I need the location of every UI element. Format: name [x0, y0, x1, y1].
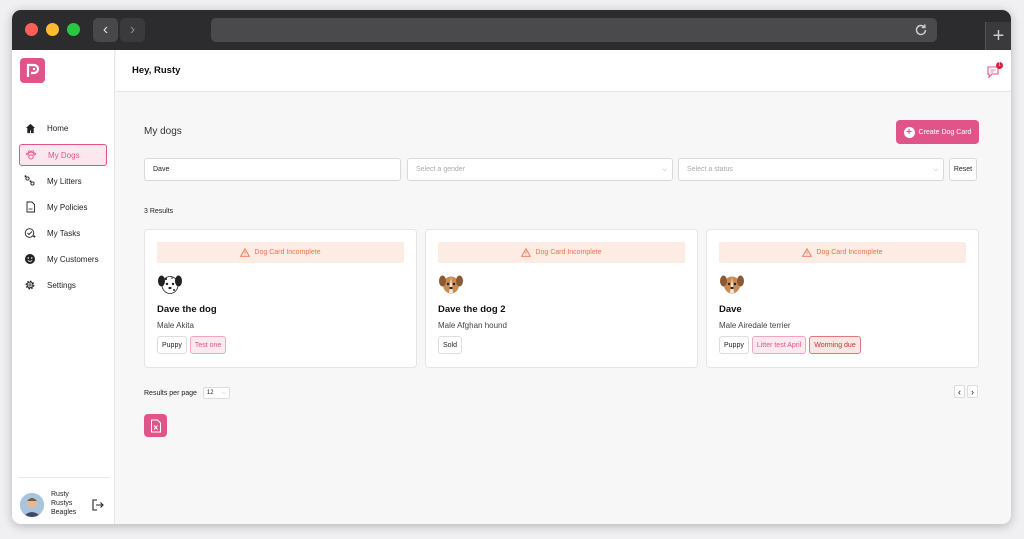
greeting: Hey, Rusty: [132, 65, 181, 76]
messages-button[interactable]: 1: [986, 62, 1003, 79]
sidebar-item-label: Home: [47, 123, 69, 133]
page-title: My dogs: [144, 126, 182, 137]
status-select[interactable]: Select a status ⌵: [678, 158, 944, 181]
minimize-window-button[interactable]: [46, 23, 59, 36]
address-bar[interactable]: [211, 18, 937, 42]
logout-icon[interactable]: [91, 498, 105, 512]
results-per-page-label: Results per page: [144, 389, 197, 397]
sidebar-item-label: My Policies: [47, 202, 88, 212]
incomplete-warning: Dog Card Incomplete: [719, 242, 966, 263]
tag-list: Puppy Test one: [157, 336, 227, 354]
main-content: My dogs + Create Dog Card Dave Select a …: [116, 92, 1011, 524]
sidebar-item-home[interactable]: Home: [19, 117, 107, 139]
tag-sold: Sold: [438, 336, 463, 354]
notification-badge: 1: [996, 62, 1003, 69]
gender-select[interactable]: Select a gender ⌵: [407, 158, 673, 181]
logo-icon: [26, 63, 39, 77]
dog-name: Dave the dog 2: [438, 304, 506, 315]
search-input[interactable]: Dave: [144, 158, 401, 181]
results-per-page: Results per page 12 ⌵: [144, 387, 230, 399]
avatar[interactable]: [20, 493, 44, 517]
sidebar-item-my-dogs[interactable]: My Dogs: [19, 144, 107, 166]
warning-icon: [802, 248, 813, 257]
user-profile: Rusty Rustys Beagles: [20, 490, 110, 520]
sidebar-item-my-policies[interactable]: My Policies: [19, 196, 107, 218]
sidebar-divider: [19, 477, 109, 478]
create-dog-card-button[interactable]: + Create Dog Card: [896, 120, 979, 144]
sidebar-item-label: My Tasks: [47, 228, 81, 238]
chevron-down-icon: ⌵: [222, 390, 226, 396]
dog-description: Male Airedale terrier: [719, 321, 791, 330]
new-tab-button[interactable]: +: [985, 22, 1011, 50]
back-button[interactable]: ‹: [93, 18, 118, 42]
home-icon: [20, 123, 40, 134]
dog-card[interactable]: Dog Card Incomplete Dave the dog Male Ak…: [144, 229, 417, 368]
sidebar-item-settings[interactable]: Settings: [19, 274, 107, 296]
document-icon: [20, 201, 40, 213]
reset-button[interactable]: Reset: [949, 158, 977, 181]
warning-icon: [240, 248, 251, 257]
excel-file-icon: [150, 419, 161, 432]
browser-window: ‹ › + Home My Dogs My Litters My Policie…: [12, 10, 1011, 524]
chevron-down-icon: ⌵: [662, 167, 667, 173]
dog-card[interactable]: Dog Card Incomplete Dave Male Airedale t…: [706, 229, 979, 368]
tag-list: Puppy Litter test April Worming due: [719, 336, 861, 354]
sidebar-item-my-customers[interactable]: My Customers: [19, 248, 107, 270]
incomplete-warning: Dog Card Incomplete: [157, 242, 404, 263]
dalmatian-dog-icon: [158, 275, 182, 294]
tag-puppy: Puppy: [719, 336, 749, 354]
gear-icon: [20, 279, 40, 291]
dog-name: Dave: [719, 304, 742, 315]
tag-litter-test-april: Litter test April: [751, 336, 807, 354]
tag-puppy: Puppy: [157, 336, 187, 354]
dog-description: Male Afghan hound: [438, 321, 507, 330]
app-logo[interactable]: [20, 58, 45, 83]
reload-icon[interactable]: [913, 22, 929, 38]
dog-description: Male Akita: [157, 321, 194, 330]
next-page-button[interactable]: ›: [967, 385, 978, 398]
warning-icon: [521, 248, 532, 257]
sidebar-item-label: My Dogs: [48, 150, 80, 160]
results-count: 3 Results: [144, 208, 174, 215]
customers-icon: [20, 253, 40, 265]
sidebar-item-label: Settings: [47, 280, 76, 290]
tag-test-one: Test one: [189, 336, 227, 354]
paws-icon: [20, 175, 40, 187]
task-check-icon: [20, 227, 40, 239]
previous-page-button[interactable]: ‹: [954, 385, 965, 398]
sidebar-item-my-litters[interactable]: My Litters: [19, 170, 107, 192]
paw-icon: [21, 149, 41, 161]
export-excel-button[interactable]: [144, 414, 167, 437]
brown-dog-icon: [720, 275, 744, 294]
tag-list: Sold: [438, 336, 463, 354]
brown-dog-icon: [439, 275, 463, 294]
user-name: Rusty Rustys Beagles: [51, 491, 77, 516]
sidebar-item-label: My Litters: [47, 176, 82, 186]
results-per-page-select[interactable]: 12 ⌵: [202, 387, 230, 399]
sidebar: Home My Dogs My Litters My Policies My T…: [12, 50, 115, 524]
close-window-button[interactable]: [25, 23, 38, 36]
dog-name: Dave the dog: [157, 304, 217, 315]
plus-circle-icon: +: [903, 126, 915, 138]
sidebar-item-label: My Customers: [47, 254, 99, 264]
incomplete-warning: Dog Card Incomplete: [438, 242, 685, 263]
forward-button[interactable]: ›: [120, 18, 145, 42]
dog-card[interactable]: Dog Card Incomplete Dave the dog 2 Male …: [425, 229, 698, 368]
chevron-down-icon: ⌵: [933, 167, 938, 173]
browser-toolbar: ‹ › +: [12, 10, 1011, 50]
top-header: Hey, Rusty 1: [116, 50, 1011, 92]
maximize-window-button[interactable]: [67, 23, 80, 36]
tag-worming-due: Worming due: [809, 336, 861, 354]
sidebar-item-my-tasks[interactable]: My Tasks: [19, 222, 107, 244]
